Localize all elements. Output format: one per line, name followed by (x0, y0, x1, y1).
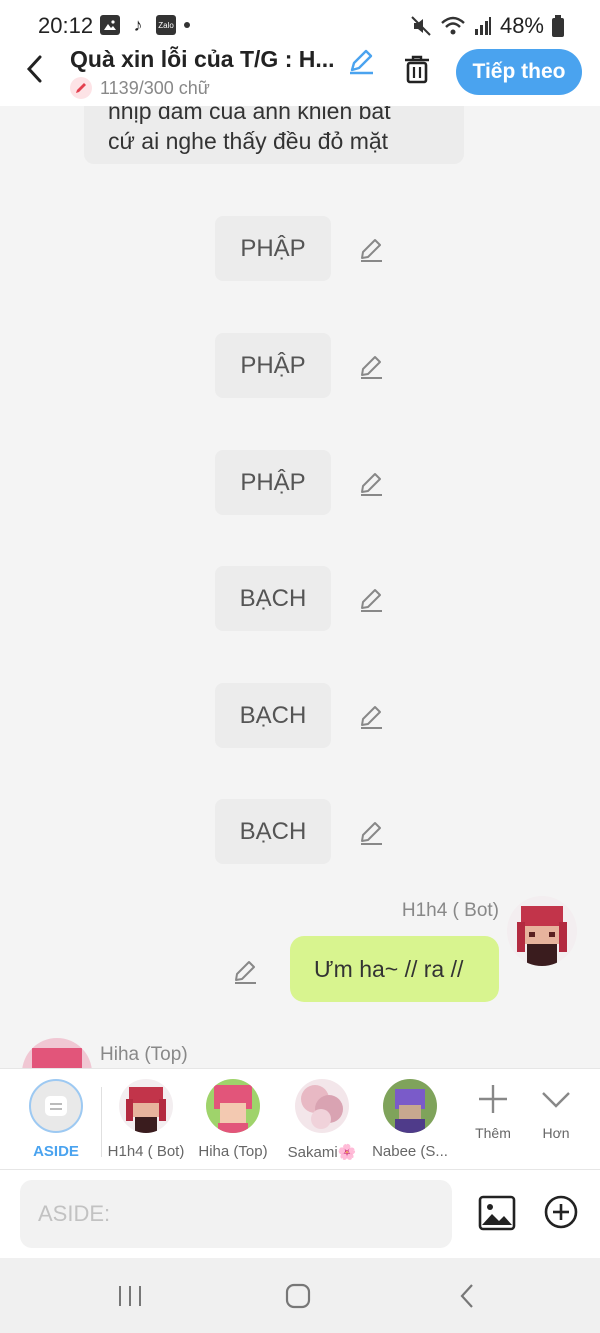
avatar (295, 1079, 349, 1133)
chevron-left-icon (26, 55, 42, 83)
more-notifications-icon (184, 22, 190, 28)
zalo-icon: Zalo (156, 15, 176, 35)
narration-bubble[interactable]: BẠCH (215, 683, 331, 748)
character-sakami[interactable]: Sakami🌸 (277, 1079, 367, 1161)
message-bubble[interactable]: nhịp dâm của anh khiến bất cứ ai nghe th… (84, 106, 464, 164)
edit-pencil-icon[interactable] (231, 957, 259, 985)
edit-pencil-icon[interactable] (357, 818, 385, 846)
pencil-icon (350, 49, 373, 75)
header: Quà xin lỗi của T/G : H... 1139/300 chữ … (0, 44, 600, 106)
status-bar: 20:12 ♪ Zalo 48% (0, 0, 600, 50)
edit-title-button[interactable] (346, 46, 376, 76)
recent-apps-icon (119, 1286, 141, 1306)
message-line: cứ ai nghe thấy đều đỏ mặt (108, 128, 389, 154)
composer (0, 1170, 600, 1258)
image-icon (478, 1195, 516, 1231)
home-button[interactable] (278, 1280, 318, 1312)
message-input[interactable] (20, 1180, 452, 1248)
avatar[interactable] (22, 1038, 92, 1068)
gallery-icon (100, 15, 120, 35)
notification-icons: ♪ Zalo (100, 15, 190, 35)
aside-icon (45, 1096, 67, 1116)
aside-avatar (29, 1079, 83, 1133)
message-bubble[interactable]: Ưm ha~ // ra // (290, 936, 499, 1002)
avatar (383, 1079, 437, 1133)
word-count: 1139/300 chữ (70, 77, 210, 99)
edit-pencil-icon[interactable] (357, 585, 385, 613)
recent-apps-button[interactable] (110, 1280, 150, 1312)
avatar (206, 1079, 260, 1133)
next-button[interactable]: Tiếp theo (456, 49, 582, 95)
back-icon (460, 1284, 473, 1308)
narration-bubble[interactable]: BẠCH (215, 566, 331, 631)
character-hiha-top[interactable]: Hiha (Top) (188, 1079, 278, 1160)
character-nabee[interactable]: Nabee (S... (365, 1079, 455, 1160)
delete-button[interactable] (400, 52, 434, 86)
edit-pencil-icon[interactable] (357, 352, 385, 380)
add-button[interactable] (543, 1194, 579, 1230)
sender-name: Hiha (Top) (100, 1044, 188, 1065)
home-icon (285, 1283, 311, 1309)
status-time: 20:12 (38, 13, 94, 38)
signal-icon (474, 17, 491, 35)
trash-icon (405, 55, 429, 84)
plus-icon (479, 1085, 507, 1113)
edit-pencil-icon[interactable] (357, 469, 385, 497)
nav-back-button[interactable] (447, 1280, 487, 1312)
system-icons: 48% (410, 13, 564, 39)
add-label: Thêm (475, 1125, 511, 1141)
page-title[interactable]: Quà xin lỗi của T/G : H... (70, 46, 340, 73)
chat-area[interactable]: nhịp dâm của anh khiến bất cứ ai nghe th… (0, 106, 600, 1068)
character-label: H1h4 ( Bot) (107, 1143, 185, 1160)
plus-circle-icon (544, 1195, 578, 1229)
sender-name: H1h4 ( Bot) (401, 900, 499, 921)
back-button[interactable] (20, 54, 50, 84)
edit-pencil-icon[interactable] (357, 702, 385, 730)
insert-image-button[interactable] (478, 1194, 516, 1232)
word-count-text: 1139/300 chữ (100, 77, 210, 98)
character-selector: ASIDE H1h4 ( Bot) Hiha (Top) Sakami🌸 Nab… (0, 1068, 600, 1170)
mute-icon (411, 16, 431, 36)
character-label: ASIDE (33, 1143, 79, 1160)
system-nav-bar (0, 1258, 600, 1333)
tiktok-icon: ♪ (128, 15, 148, 35)
expand-button[interactable]: Hơn (526, 1083, 586, 1141)
narration-bubble[interactable]: PHẬP (215, 333, 331, 398)
chevron-down-icon (542, 1092, 570, 1108)
wifi-icon (441, 16, 465, 35)
character-label: Nabee (S... (372, 1143, 448, 1160)
message-line: nhịp dâm của anh khiến bất (108, 106, 391, 124)
edit-pencil-icon[interactable] (357, 235, 385, 263)
avatar[interactable] (507, 896, 577, 966)
character-label: Hiha (Top) (198, 1143, 268, 1160)
narration-bubble[interactable]: PHẬP (215, 216, 331, 281)
battery-percent: 48% (499, 13, 544, 38)
character-label: Sakami🌸 (287, 1144, 357, 1161)
narration-bubble[interactable]: PHẬP (215, 450, 331, 515)
avatar (119, 1079, 173, 1133)
battery-icon (552, 15, 564, 37)
character-aside[interactable]: ASIDE (11, 1079, 101, 1160)
add-character-button[interactable]: Thêm (463, 1083, 523, 1141)
narration-bubble[interactable]: BẠCH (215, 799, 331, 864)
character-h1h4-bot[interactable]: H1h4 ( Bot) (101, 1079, 191, 1160)
expand-label: Hơn (542, 1125, 570, 1141)
word-count-pencil-icon (70, 77, 92, 99)
